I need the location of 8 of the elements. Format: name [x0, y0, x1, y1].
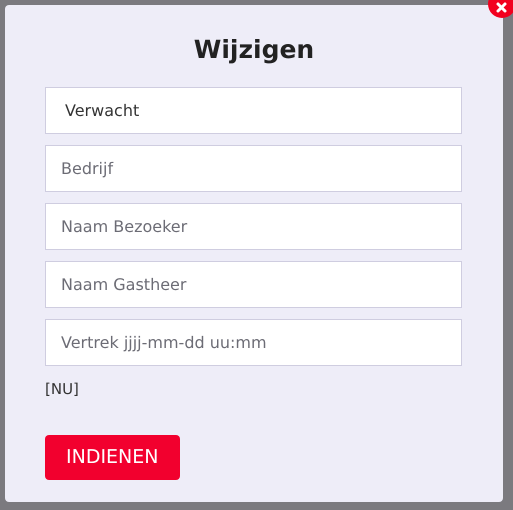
dialog-title: Wijzigen	[192, 35, 316, 65]
submit-button[interactable]: INDIENEN	[45, 435, 180, 480]
input-field[interactable]: Naam Bezoeker	[45, 203, 462, 250]
input-field[interactable]: Bedrijf	[45, 145, 462, 192]
input-field[interactable]: Vertrek jjjj-mm-dd uu:mm	[45, 319, 462, 366]
input-field[interactable]: Naam Gastheer	[45, 261, 462, 308]
now-link[interactable]: [NU]	[45, 378, 79, 400]
status-select[interactable]: Verwacht	[45, 87, 462, 134]
